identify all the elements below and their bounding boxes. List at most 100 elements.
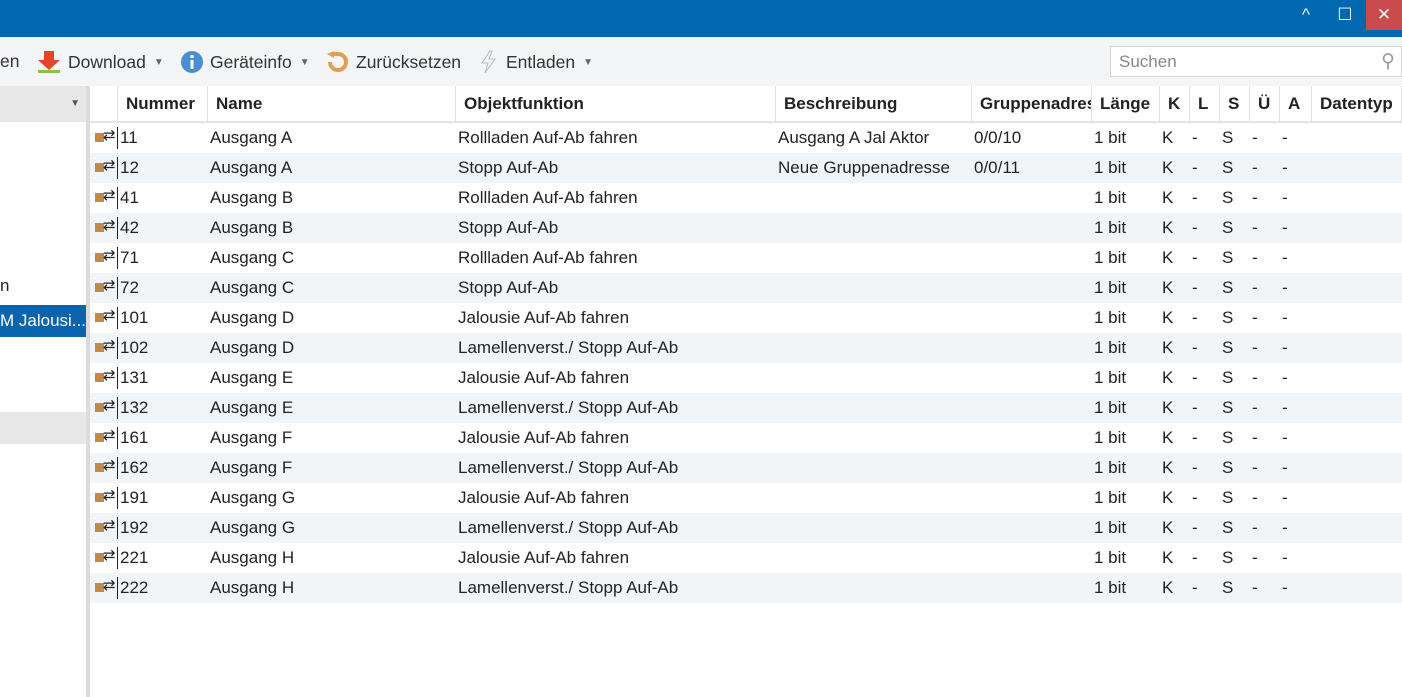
cell-a: - bbox=[1282, 488, 1288, 507]
column-header-a[interactable]: A bbox=[1280, 86, 1312, 121]
cell-name: Ausgang F bbox=[210, 458, 293, 477]
cell-k: K bbox=[1162, 428, 1174, 447]
cell-k: K bbox=[1162, 518, 1174, 537]
cell-ue: - bbox=[1252, 308, 1258, 327]
cell-l: - bbox=[1192, 188, 1198, 207]
cell-s: S bbox=[1222, 248, 1234, 267]
cell-objektfunktion: Rollladen Auf-Ab fahren bbox=[458, 188, 638, 207]
cell-k: K bbox=[1162, 578, 1174, 597]
cell-a: - bbox=[1282, 158, 1288, 177]
table-row[interactable]: ⇄ 162 Ausgang F Lamellenverst./ Stopp Auf-A… bbox=[90, 453, 1402, 483]
column-header-name[interactable]: Name bbox=[208, 86, 456, 121]
cell-l: - bbox=[1192, 128, 1198, 147]
cell-l: - bbox=[1192, 278, 1198, 297]
column-header-nummer[interactable]: Nummer bbox=[118, 86, 208, 121]
cell-a: - bbox=[1282, 188, 1288, 207]
cell-objektfunktion: Jalousie Auf-Ab fahren bbox=[458, 368, 630, 387]
cell-k: K bbox=[1162, 368, 1174, 387]
panel-section-bar[interactable] bbox=[0, 412, 86, 444]
cell-s: S bbox=[1222, 458, 1234, 477]
cell-nummer: 72 bbox=[120, 278, 139, 297]
zuruecksetzen-button[interactable]: Zurücksetzen bbox=[324, 50, 461, 74]
table-row[interactable]: ⇄ 161 Ausgang F Jalousie Auf-Ab fahren 1 bit… bbox=[90, 423, 1402, 453]
group-object-icon: ⇄ bbox=[92, 217, 118, 239]
chevron-down-icon: ▼ bbox=[299, 56, 310, 68]
cell-nummer: 102 bbox=[120, 338, 149, 357]
table-row[interactable]: ⇄ 222 Ausgang H Lamellenverst./ Stopp Auf-A… bbox=[90, 573, 1402, 603]
table-row[interactable]: ⇄ 11 Ausgang A Rollladen Auf-Ab fahren Ausga… bbox=[90, 123, 1402, 153]
cell-s: S bbox=[1222, 308, 1234, 327]
table-row[interactable]: ⇄ 101 Ausgang D Jalousie Auf-Ab fahren 1 bit… bbox=[90, 303, 1402, 333]
search-icon[interactable]: ⚲ bbox=[1381, 50, 1395, 73]
column-header-s[interactable]: S bbox=[1220, 86, 1250, 121]
close-button[interactable]: ✕ bbox=[1366, 0, 1402, 30]
cell-s: S bbox=[1222, 368, 1234, 387]
cell-objektfunktion: Jalousie Auf-Ab fahren bbox=[458, 428, 630, 447]
table-row[interactable]: ⇄ 71 Ausgang C Rollladen Auf-Ab fahren 1 bit… bbox=[90, 243, 1402, 273]
cell-objektfunktion: Jalousie Auf-Ab fahren bbox=[458, 308, 630, 327]
download-button[interactable]: Download ▼ bbox=[36, 50, 164, 74]
cell-laenge: 1 bit bbox=[1094, 158, 1127, 177]
cell-s: S bbox=[1222, 488, 1234, 507]
toolbar-partial-button[interactable]: en bbox=[0, 51, 19, 72]
cell-objektfunktion: Jalousie Auf-Ab fahren bbox=[458, 548, 630, 567]
table-row[interactable]: ⇄ 221 Ausgang H Jalousie Auf-Ab fahren 1 bit… bbox=[90, 543, 1402, 573]
table-row[interactable]: ⇄ 41 Ausgang B Rollladen Auf-Ab fahren 1 bit… bbox=[90, 183, 1402, 213]
cell-ue: - bbox=[1252, 428, 1258, 447]
cell-a: - bbox=[1282, 308, 1288, 327]
cell-s: S bbox=[1222, 158, 1234, 177]
chevron-down-icon[interactable]: ▼ bbox=[70, 98, 80, 109]
table-row[interactable]: ⇄ 72 Ausgang C Stopp Auf-Ab 1 bit K - S - - bbox=[90, 273, 1402, 303]
cell-ue: - bbox=[1252, 338, 1258, 357]
column-header-objektfunktion[interactable]: Objektfunktion bbox=[456, 86, 776, 121]
group-object-icon: ⇄ bbox=[92, 247, 118, 269]
cell-a: - bbox=[1282, 428, 1288, 447]
cell-s: S bbox=[1222, 518, 1234, 537]
cell-k: K bbox=[1162, 488, 1174, 507]
search-input[interactable]: Suchen ⚲ bbox=[1110, 46, 1402, 77]
left-panel-header[interactable]: ▼ bbox=[0, 86, 86, 122]
collapse-ribbon-button[interactable]: ^ bbox=[1285, 0, 1327, 30]
geraeteinfo-button[interactable]: Geräteinfo ▼ bbox=[180, 50, 310, 74]
table-row[interactable]: ⇄ 131 Ausgang E Jalousie Auf-Ab fahren 1 bit… bbox=[90, 363, 1402, 393]
table-row[interactable]: ⇄ 42 Ausgang B Stopp Auf-Ab 1 bit K - S - - bbox=[90, 213, 1402, 243]
cell-name: Ausgang C bbox=[210, 278, 295, 297]
entladen-label: Entladen bbox=[506, 51, 576, 72]
group-object-icon: ⇄ bbox=[92, 307, 118, 329]
info-icon bbox=[181, 51, 203, 73]
table-row[interactable]: ⇄ 191 Ausgang G Jalousie Auf-Ab fahren 1 bit… bbox=[90, 483, 1402, 513]
column-header-beschreibung[interactable]: Beschreibung bbox=[776, 86, 972, 121]
column-header-datentyp[interactable]: Datentyp bbox=[1312, 86, 1402, 121]
column-header-k[interactable]: K bbox=[1160, 86, 1190, 121]
maximize-button[interactable]: ☐ bbox=[1324, 0, 1366, 30]
table-row[interactable]: ⇄ 192 Ausgang G Lamellenverst./ Stopp Auf-A… bbox=[90, 513, 1402, 543]
cell-name: Ausgang C bbox=[210, 248, 295, 267]
tree-item-selected[interactable]: M Jalousi... bbox=[0, 305, 86, 337]
column-header-icon[interactable] bbox=[90, 86, 118, 121]
cell-laenge: 1 bit bbox=[1094, 518, 1127, 537]
cell-k: K bbox=[1162, 278, 1174, 297]
tree-item[interactable]: n bbox=[0, 276, 9, 296]
cell-ue: - bbox=[1252, 398, 1258, 417]
column-header-ue[interactable]: Ü bbox=[1250, 86, 1280, 121]
cell-objektfunktion: Stopp Auf-Ab bbox=[458, 278, 559, 297]
column-header-laenge[interactable]: Länge bbox=[1092, 86, 1160, 121]
cell-ue: - bbox=[1252, 218, 1258, 237]
cell-laenge: 1 bit bbox=[1094, 458, 1127, 477]
column-header-gruppenadresse[interactable]: Gruppenadres bbox=[972, 86, 1092, 121]
table-row[interactable]: ⇄ 102 Ausgang D Lamellenverst./ Stopp Auf-A… bbox=[90, 333, 1402, 363]
cell-s: S bbox=[1222, 128, 1234, 147]
cell-name: Ausgang A bbox=[210, 128, 293, 147]
cell-a: - bbox=[1282, 128, 1288, 147]
cell-objektfunktion: Lamellenverst./ Stopp Auf-Ab bbox=[458, 458, 679, 477]
cell-l: - bbox=[1192, 548, 1198, 567]
cell-objektfunktion: Stopp Auf-Ab bbox=[458, 218, 559, 237]
reset-icon bbox=[327, 51, 348, 72]
table-row[interactable]: ⇄ 12 Ausgang A Stopp Auf-Ab Neue Gruppenadre… bbox=[90, 153, 1402, 183]
column-header-l[interactable]: L bbox=[1190, 86, 1220, 121]
cell-name: Ausgang D bbox=[210, 308, 295, 327]
cell-l: - bbox=[1192, 458, 1198, 477]
cell-nummer: 221 bbox=[120, 548, 149, 567]
entladen-button[interactable]: Entladen ▼ bbox=[478, 50, 593, 74]
table-row[interactable]: ⇄ 132 Ausgang E Lamellenverst./ Stopp Auf-A… bbox=[90, 393, 1402, 423]
